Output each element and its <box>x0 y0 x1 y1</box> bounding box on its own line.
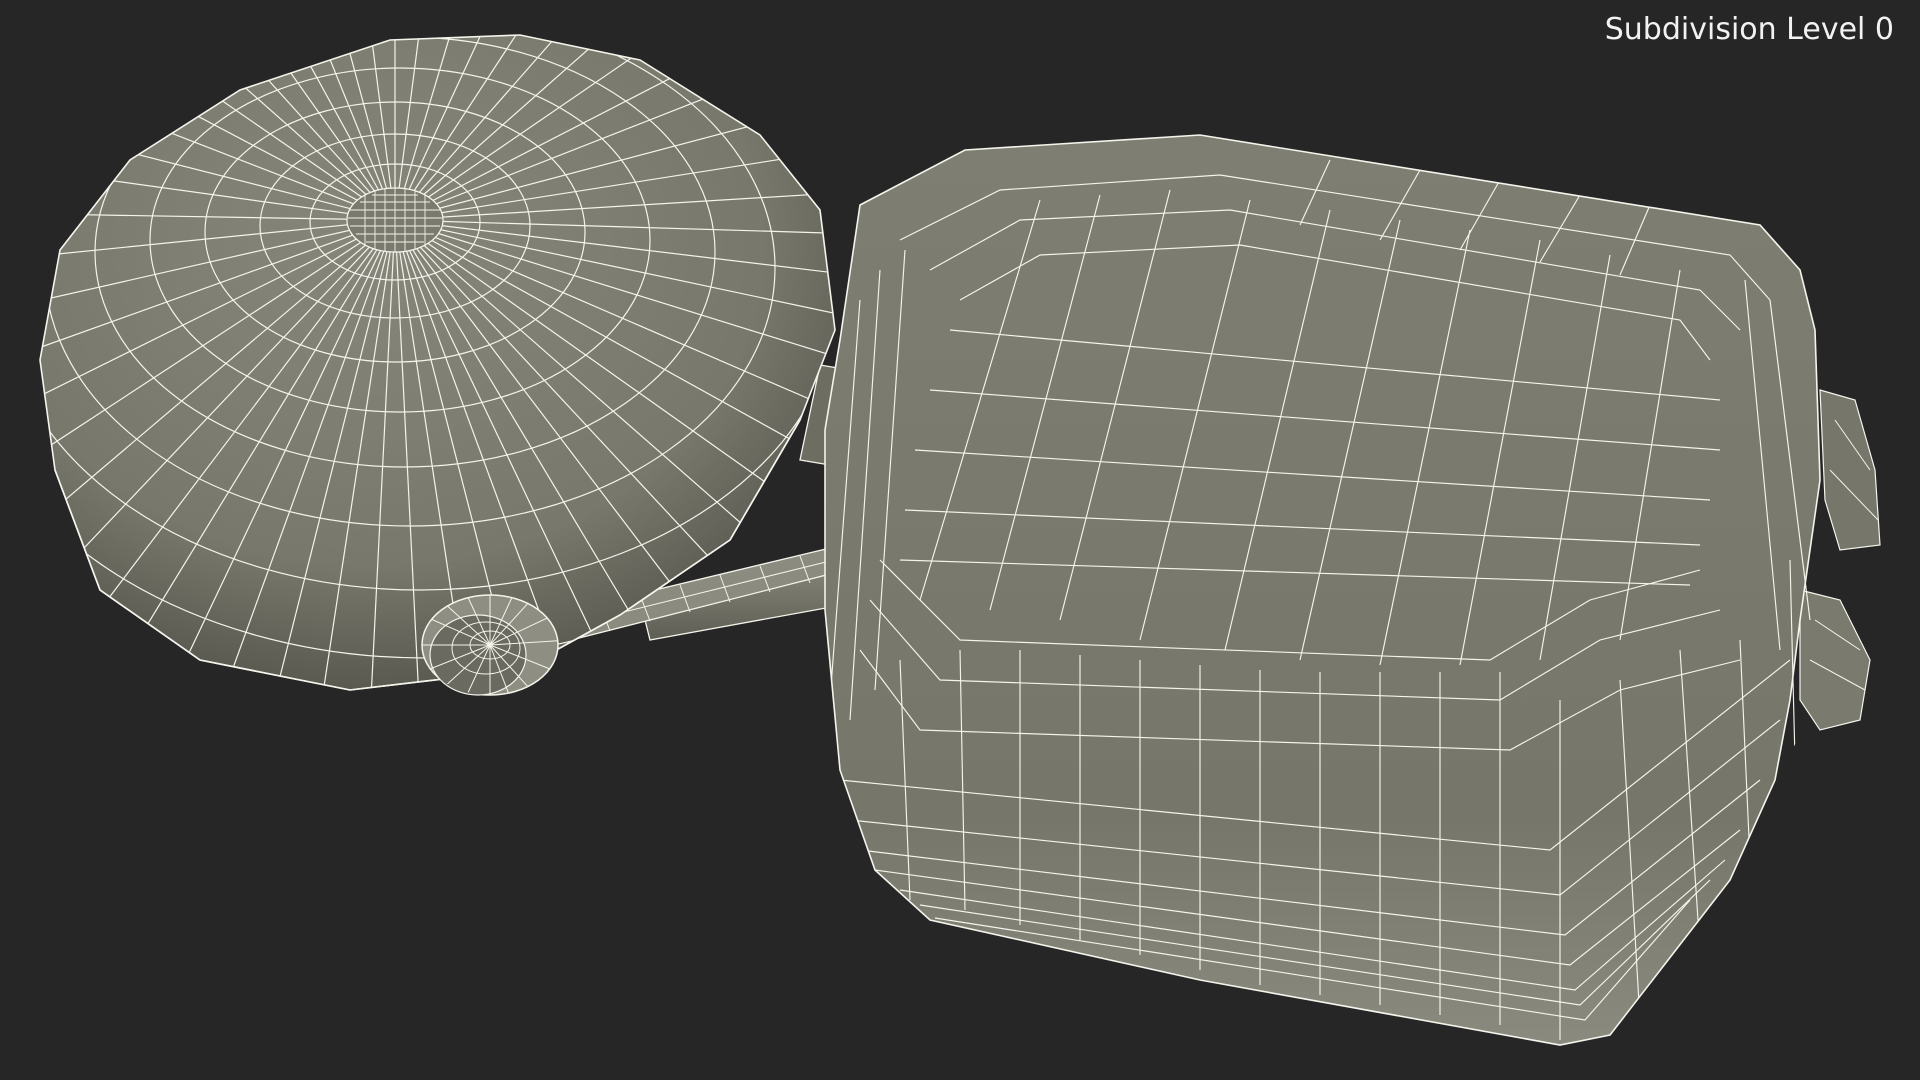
motor-housing <box>824 134 1821 1046</box>
render-viewport: Subdivision Level 0 <box>0 0 1920 1080</box>
wireframe-model <box>39 34 1881 1046</box>
subdivision-level-label: Subdivision Level 0 <box>1604 12 1894 47</box>
